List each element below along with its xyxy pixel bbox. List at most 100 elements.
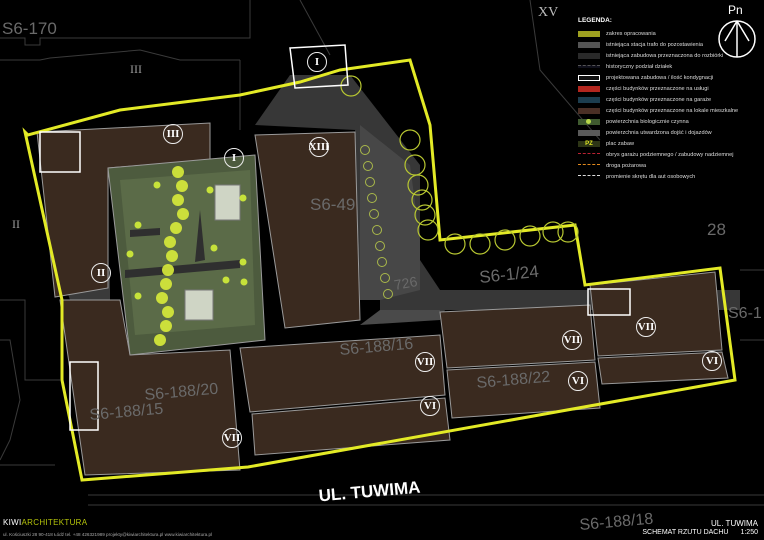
tree-icon	[160, 278, 172, 290]
tree-icon	[166, 250, 178, 262]
legend-swatch	[578, 118, 600, 125]
legend-swatch	[578, 65, 600, 68]
legend-label: plac zabaw	[606, 140, 634, 147]
storey-marker: VII	[222, 428, 242, 448]
legend-item: istniejąca stacja trafo do pozostawienia	[578, 39, 764, 50]
tree-icon	[162, 306, 174, 318]
storey-label: III	[130, 62, 142, 76]
parcel-label: 28	[707, 220, 726, 239]
playground-structure	[214, 184, 241, 221]
parcel-label: S6-170	[2, 19, 57, 38]
shrub-icon	[126, 250, 134, 258]
storey-marker: I	[307, 52, 327, 72]
footer: KIWIARCHITEKTURA ul. Kościuszki 28 90-41…	[0, 515, 764, 540]
legend-item: historyczny podział działek	[578, 61, 764, 72]
legend-label: istniejąca zabudowa przeznaczona do rozb…	[606, 52, 724, 59]
brand-part: KIWI	[3, 518, 22, 527]
storey-marker: VI	[420, 396, 440, 416]
legend-item: promienie skrętu dla aut osobowych	[578, 171, 764, 182]
legend: LEGENDA: zakres opracowania istniejąca st…	[578, 17, 764, 182]
tree-icon	[176, 180, 188, 192]
parcel-label: S6-49	[310, 195, 355, 214]
legend-swatch: PZ	[578, 140, 600, 147]
legend-label: droga pożarowa	[606, 162, 647, 169]
legend-swatch	[578, 85, 600, 92]
legend-label: promienie skrętu dla aut osobowych	[606, 173, 696, 180]
brand-logo: KIWIARCHITEKTURA	[3, 518, 87, 527]
shrub-icon	[240, 278, 248, 286]
brand-part: ARCHITEKTURA	[21, 518, 88, 527]
legend-item: obrys garażu podziemnego / zabudowy nadz…	[578, 149, 764, 160]
legend-swatch	[578, 164, 600, 167]
legend-item: projektowana zabudowa / ilość kondygnacj…	[578, 72, 764, 83]
legend-swatch	[578, 129, 600, 136]
legend-label: zakres opracowania	[606, 30, 656, 37]
legend-label: części budynków przeznaczone na lokale m…	[606, 107, 739, 114]
legend-swatch	[578, 52, 600, 59]
shrub-icon	[134, 221, 142, 229]
tree-icon	[156, 292, 168, 304]
legend-item: powierzchnia biologicznie czynna	[578, 116, 764, 127]
legend-title: LEGENDA:	[578, 17, 612, 24]
legend-item: zakres opracowania	[578, 28, 764, 39]
legend-label: istniejąca stacja trafo do pozostawienia	[606, 41, 704, 48]
shrub-icon	[222, 276, 230, 284]
tree-icon	[162, 264, 174, 276]
storey-marker: I	[224, 148, 244, 168]
tree-icon	[154, 334, 166, 346]
legend-label: powierzchnia biologicznie czynna	[606, 118, 689, 125]
storey-marker: II	[91, 263, 111, 283]
playground-structure	[184, 289, 214, 321]
legend-item: PZ plac zabaw	[578, 138, 764, 149]
legend-label: projektowana zabudowa / ilość kondygnacj…	[606, 74, 714, 81]
legend-swatch	[578, 96, 600, 103]
footer-street: UL. TUWIMA	[711, 519, 758, 528]
storey-marker: XIII	[309, 137, 329, 157]
shrub-icon	[210, 244, 218, 252]
tree-icon	[170, 222, 182, 234]
parcel-label: S6-1	[728, 305, 762, 322]
storey-marker: VI	[568, 371, 588, 391]
sheet-scale: 1:250	[740, 529, 758, 536]
storey-marker: VII	[562, 330, 582, 350]
legend-swatch	[578, 41, 600, 48]
storey-marker: VI	[702, 351, 722, 371]
storey-marker: VII	[415, 352, 435, 372]
tree-icon	[172, 166, 184, 178]
shrub-icon	[239, 258, 247, 266]
tree-icon	[172, 194, 184, 206]
storey-label: II	[12, 217, 20, 231]
shrub-icon	[134, 292, 142, 300]
legend-item: powierzchnia utwardzona dojść i dojazdów	[578, 127, 764, 138]
storey-label: XV	[538, 5, 558, 20]
legend-label: części budynków przeznaczone na garaże	[606, 96, 712, 103]
legend-swatch	[578, 74, 600, 81]
north-label: Pn	[728, 3, 743, 17]
legend-label: obrys garażu podziemnego / zabudowy nadz…	[606, 151, 734, 158]
storey-marker: VII	[636, 317, 656, 337]
dot-icon	[586, 118, 591, 124]
shrub-icon	[239, 194, 247, 202]
shrub-icon	[153, 181, 161, 189]
sheet-info: SCHEMAT RZUTU DACHU 1:250	[642, 529, 758, 536]
legend-label: historyczny podział działek	[606, 63, 673, 70]
storey-marker: III	[163, 124, 183, 144]
legend-swatch	[578, 175, 600, 178]
shrub-icon	[206, 186, 214, 194]
legend-swatch	[578, 153, 600, 156]
legend-item: droga pożarowa	[578, 160, 764, 171]
legend-label: części budynków przeznaczone na usługi	[606, 85, 709, 92]
sheet-title: SCHEMAT RZUTU DACHU	[642, 529, 729, 536]
legend-swatch	[578, 30, 600, 37]
legend-rows: zakres opracowania istniejąca stacja traf…	[578, 28, 764, 182]
legend-item: części budynków przeznaczone na lokale m…	[578, 105, 764, 116]
tree-icon	[164, 236, 176, 248]
contact-line: ul. Kościuszki 28 90-418 Łódź tel. +48 4…	[3, 532, 213, 537]
tree-icon	[177, 208, 189, 220]
legend-item: części budynków przeznaczone na usługi	[578, 83, 764, 94]
tree-icon	[160, 320, 172, 332]
legend-item: części budynków przeznaczone na garaże	[578, 94, 764, 105]
legend-swatch	[578, 107, 600, 114]
legend-label: powierzchnia utwardzona dojść i dojazdów	[606, 129, 712, 136]
legend-item: istniejąca zabudowa przeznaczona do rozb…	[578, 50, 764, 61]
